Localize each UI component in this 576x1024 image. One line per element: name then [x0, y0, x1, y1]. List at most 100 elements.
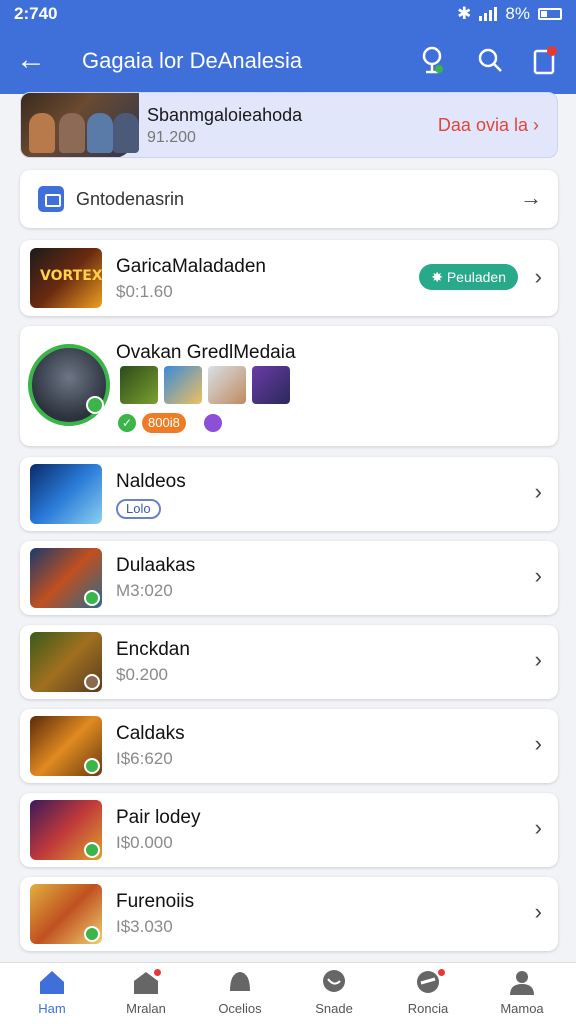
- list-item[interactable]: Naldeos Lolo ›: [20, 457, 558, 531]
- verified-icon: [84, 926, 100, 942]
- bottom-navigation: Ham Mralan Ocelios Snade Roncia Mamoa: [0, 962, 576, 1024]
- creator-card[interactable]: Ovakan GredlMedaia ✓ 800i8: [20, 326, 558, 446]
- battery-icon: [538, 8, 562, 20]
- list-item[interactable]: Furenoiis I$3.030 ›: [20, 877, 558, 951]
- signal-icon: [479, 7, 498, 21]
- chevron-right-icon: ›: [534, 899, 542, 924]
- category-row[interactable]: Gntodenasrin →: [20, 170, 558, 228]
- game-thumbnail: [30, 464, 102, 524]
- nav-games-label: Roncia: [407, 1001, 449, 1016]
- media-thumb[interactable]: [120, 366, 158, 404]
- featured-title: GaricaMaladaden: [116, 256, 266, 277]
- page-title: Gagaia lor DeAnalesia: [82, 48, 303, 73]
- item-price: I$0.000: [116, 833, 173, 852]
- item-title: Furenoiis: [116, 891, 195, 912]
- status-badge-label: Peuladen: [446, 269, 506, 285]
- nav-store[interactable]: Mralan: [98, 967, 194, 1016]
- chat-icon: [319, 969, 349, 995]
- hero-title: Sbanmgaloieahoda: [147, 105, 303, 125]
- featured-game-card[interactable]: VORTEX GaricaMaladaden $0:1.60 ✸ Peulade…: [20, 240, 558, 316]
- chevron-right-icon: ›: [534, 815, 542, 840]
- status-bar: 2:740 ✱ 8%: [0, 0, 576, 28]
- game-thumbnail: VORTEX: [30, 248, 102, 308]
- featured-price: $0:1.60: [116, 282, 173, 301]
- notification-icon[interactable]: [526, 42, 562, 78]
- chevron-right-icon: ›: [534, 731, 542, 756]
- status-time: 2:740: [14, 4, 58, 23]
- item-price: M3:020: [116, 581, 173, 600]
- chevron-right-icon: ›: [534, 563, 542, 588]
- controller-icon: [413, 967, 447, 995]
- status-icons: ✱ 8%: [457, 4, 562, 24]
- search-icon[interactable]: [472, 42, 508, 78]
- list-item[interactable]: Caldaks I$6:620 ›: [20, 709, 558, 783]
- list-item[interactable]: Pair lodey I$0.000 ›: [20, 793, 558, 867]
- nav-profile[interactable]: Mamoa: [474, 969, 570, 1016]
- media-thumb[interactable]: [208, 366, 246, 404]
- media-thumb[interactable]: [164, 366, 202, 404]
- arrow-right-icon: →: [520, 185, 542, 210]
- game-thumbnail: [30, 800, 102, 860]
- game-thumbnail: [30, 884, 102, 944]
- verified-icon: [84, 842, 100, 858]
- media-thumb[interactable]: [252, 366, 290, 404]
- play-icon: [204, 414, 222, 432]
- nav-chat-label: Snade: [315, 1001, 353, 1016]
- thumbnail-logo: VORTEX: [40, 268, 102, 284]
- nav-bell-label: Ocelios: [218, 1001, 262, 1016]
- nav-profile-label: Mamoa: [500, 1001, 544, 1016]
- hero-banner[interactable]: Sbanmgaloieahoda 91.200 Daa ovia la ›: [20, 92, 558, 158]
- nav-store-label: Mralan: [126, 1001, 166, 1016]
- bell-icon: [225, 969, 255, 995]
- notification-dot: [436, 967, 447, 978]
- store-icon: [131, 967, 163, 995]
- item-title: Naldeos: [116, 471, 186, 492]
- status-badge: ✸ Peuladen: [419, 264, 518, 290]
- verified-icon: [84, 758, 100, 774]
- item-title: Enckdan: [116, 639, 190, 660]
- item-price: $0.200: [116, 665, 168, 684]
- nav-games[interactable]: Roncia: [380, 967, 476, 1016]
- item-title: Pair lodey: [116, 807, 201, 828]
- battery-level: 8%: [505, 4, 530, 23]
- nav-bell[interactable]: Ocelios: [192, 969, 288, 1016]
- verified-icon: [86, 396, 104, 414]
- hero-link[interactable]: Daa ovia la ›: [438, 115, 539, 136]
- verified-icon: [84, 590, 100, 606]
- item-title: Caldaks: [116, 723, 185, 744]
- category-label: Gntodenasrin: [76, 189, 185, 209]
- creator-tag: 800i8: [142, 413, 186, 433]
- nav-home-label: Ham: [38, 1001, 66, 1016]
- game-thumbnail: [30, 548, 102, 608]
- chevron-right-icon: ›: [533, 115, 539, 135]
- game-thumbnail: [30, 632, 102, 692]
- notification-dot: [152, 967, 163, 978]
- home-icon: [37, 969, 67, 995]
- sparkle-icon: ✸: [431, 269, 443, 285]
- nav-home[interactable]: Ham: [4, 969, 100, 1016]
- nav-chat[interactable]: Snade: [286, 969, 382, 1016]
- chevron-right-icon: ›: [534, 647, 542, 672]
- hero-artwork: [21, 93, 139, 157]
- app-bar: ← Gagaia lor DeAnalesia: [0, 28, 576, 94]
- chevron-right-icon: ›: [534, 479, 542, 504]
- creator-name: Ovakan GredlMedaia: [116, 342, 296, 363]
- item-chip: Lolo: [116, 499, 161, 519]
- hero-link-label: Daa ovia la: [437, 115, 528, 135]
- bluetooth-icon: ✱: [457, 4, 472, 23]
- list-item[interactable]: Enckdan $0.200 ›: [20, 625, 558, 699]
- check-icon: ✓: [118, 414, 136, 432]
- game-thumbnail: [30, 716, 102, 776]
- location-pin-icon[interactable]: [414, 42, 450, 78]
- category-icon: [38, 186, 64, 212]
- badge-icon: [84, 674, 100, 690]
- hero-price: 91.200: [147, 129, 196, 146]
- item-title: Dulaakas: [116, 555, 196, 576]
- chevron-right-icon: ›: [534, 264, 542, 289]
- item-price: I$3.030: [116, 917, 173, 936]
- profile-icon: [507, 969, 537, 995]
- list-item[interactable]: Dulaakas M3:020 ›: [20, 541, 558, 615]
- item-price: I$6:620: [116, 749, 173, 768]
- back-arrow-icon[interactable]: ←: [16, 42, 46, 78]
- avatar[interactable]: [28, 344, 110, 426]
